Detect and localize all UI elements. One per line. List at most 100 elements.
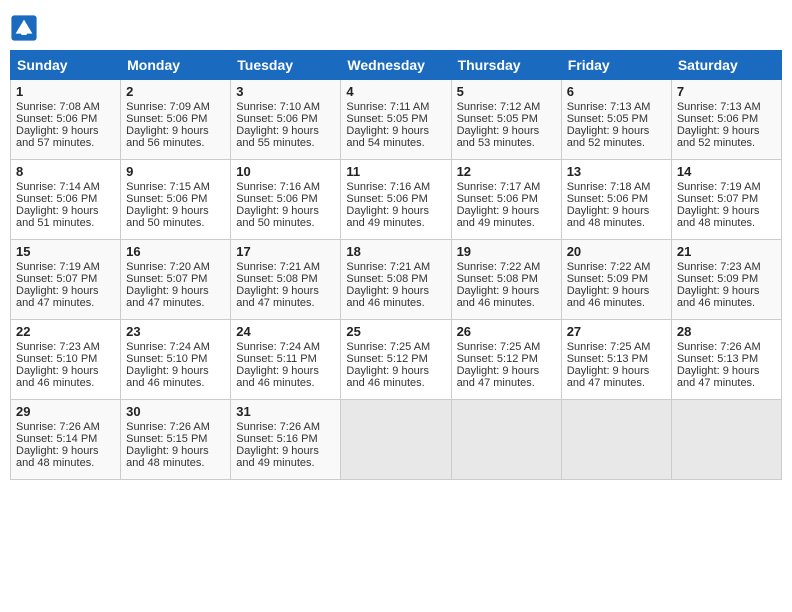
sunset-text: Sunset: 5:06 PM <box>346 193 427 205</box>
sunrise-text: Sunrise: 7:25 AM <box>457 341 541 353</box>
sunrise-text: Sunrise: 7:18 AM <box>567 181 651 193</box>
col-header-tuesday: Tuesday <box>231 51 341 80</box>
sunrise-text: Sunrise: 7:16 AM <box>346 181 430 193</box>
calendar-cell: 27 Sunrise: 7:25 AM Sunset: 5:13 PM Dayl… <box>561 320 671 400</box>
sunrise-text: Sunrise: 7:09 AM <box>126 101 210 113</box>
sunset-text: Sunset: 5:09 PM <box>677 273 758 285</box>
calendar-cell: 28 Sunrise: 7:26 AM Sunset: 5:13 PM Dayl… <box>671 320 781 400</box>
sunrise-text: Sunrise: 7:17 AM <box>457 181 541 193</box>
day-number: 28 <box>677 324 776 339</box>
day-number: 24 <box>236 324 335 339</box>
day-number: 20 <box>567 244 666 259</box>
daylight-text: Daylight: 9 hours and 53 minutes. <box>457 125 540 149</box>
sunset-text: Sunset: 5:10 PM <box>126 353 207 365</box>
day-number: 2 <box>126 84 225 99</box>
day-number: 22 <box>16 324 115 339</box>
calendar-row-3: 22 Sunrise: 7:23 AM Sunset: 5:10 PM Dayl… <box>11 320 782 400</box>
calendar-cell: 1 Sunrise: 7:08 AM Sunset: 5:06 PM Dayli… <box>11 80 121 160</box>
sunrise-text: Sunrise: 7:13 AM <box>677 101 761 113</box>
calendar-row-2: 15 Sunrise: 7:19 AM Sunset: 5:07 PM Dayl… <box>11 240 782 320</box>
daylight-text: Daylight: 9 hours and 46 minutes. <box>126 365 209 389</box>
daylight-text: Daylight: 9 hours and 46 minutes. <box>346 285 429 309</box>
sunrise-text: Sunrise: 7:10 AM <box>236 101 320 113</box>
daylight-text: Daylight: 9 hours and 48 minutes. <box>567 205 650 229</box>
day-number: 23 <box>126 324 225 339</box>
sunrise-text: Sunrise: 7:15 AM <box>126 181 210 193</box>
col-header-monday: Monday <box>121 51 231 80</box>
sunset-text: Sunset: 5:07 PM <box>16 273 97 285</box>
daylight-text: Daylight: 9 hours and 57 minutes. <box>16 125 99 149</box>
calendar-cell: 10 Sunrise: 7:16 AM Sunset: 5:06 PM Dayl… <box>231 160 341 240</box>
sunset-text: Sunset: 5:08 PM <box>236 273 317 285</box>
sunrise-text: Sunrise: 7:22 AM <box>567 261 651 273</box>
calendar-cell: 11 Sunrise: 7:16 AM Sunset: 5:06 PM Dayl… <box>341 160 451 240</box>
calendar-cell <box>451 400 561 480</box>
sunrise-text: Sunrise: 7:26 AM <box>236 421 320 433</box>
day-number: 9 <box>126 164 225 179</box>
calendar-cell: 30 Sunrise: 7:26 AM Sunset: 5:15 PM Dayl… <box>121 400 231 480</box>
daylight-text: Daylight: 9 hours and 49 minutes. <box>457 205 540 229</box>
sunset-text: Sunset: 5:07 PM <box>677 193 758 205</box>
sunrise-text: Sunrise: 7:19 AM <box>677 181 761 193</box>
sunrise-text: Sunrise: 7:25 AM <box>346 341 430 353</box>
day-number: 29 <box>16 404 115 419</box>
calendar-row-0: 1 Sunrise: 7:08 AM Sunset: 5:06 PM Dayli… <box>11 80 782 160</box>
day-number: 31 <box>236 404 335 419</box>
calendar-cell: 22 Sunrise: 7:23 AM Sunset: 5:10 PM Dayl… <box>11 320 121 400</box>
sunset-text: Sunset: 5:11 PM <box>236 353 317 365</box>
sunrise-text: Sunrise: 7:13 AM <box>567 101 651 113</box>
calendar-cell: 24 Sunrise: 7:24 AM Sunset: 5:11 PM Dayl… <box>231 320 341 400</box>
sunset-text: Sunset: 5:16 PM <box>236 433 317 445</box>
day-number: 4 <box>346 84 445 99</box>
sunrise-text: Sunrise: 7:26 AM <box>126 421 210 433</box>
sunset-text: Sunset: 5:06 PM <box>126 113 207 125</box>
calendar-cell: 3 Sunrise: 7:10 AM Sunset: 5:06 PM Dayli… <box>231 80 341 160</box>
sunset-text: Sunset: 5:14 PM <box>16 433 97 445</box>
calendar-cell <box>671 400 781 480</box>
col-header-wednesday: Wednesday <box>341 51 451 80</box>
calendar-cell: 4 Sunrise: 7:11 AM Sunset: 5:05 PM Dayli… <box>341 80 451 160</box>
day-number: 19 <box>457 244 556 259</box>
daylight-text: Daylight: 9 hours and 46 minutes. <box>567 285 650 309</box>
day-number: 18 <box>346 244 445 259</box>
sunset-text: Sunset: 5:13 PM <box>677 353 758 365</box>
daylight-text: Daylight: 9 hours and 48 minutes. <box>677 205 760 229</box>
daylight-text: Daylight: 9 hours and 47 minutes. <box>457 365 540 389</box>
sunrise-text: Sunrise: 7:24 AM <box>126 341 210 353</box>
calendar-cell: 23 Sunrise: 7:24 AM Sunset: 5:10 PM Dayl… <box>121 320 231 400</box>
calendar-cell: 6 Sunrise: 7:13 AM Sunset: 5:05 PM Dayli… <box>561 80 671 160</box>
day-number: 27 <box>567 324 666 339</box>
day-number: 3 <box>236 84 335 99</box>
sunset-text: Sunset: 5:05 PM <box>567 113 648 125</box>
sunrise-text: Sunrise: 7:26 AM <box>16 421 100 433</box>
day-number: 7 <box>677 84 776 99</box>
day-number: 12 <box>457 164 556 179</box>
sunset-text: Sunset: 5:06 PM <box>236 193 317 205</box>
calendar-cell: 25 Sunrise: 7:25 AM Sunset: 5:12 PM Dayl… <box>341 320 451 400</box>
calendar-cell: 7 Sunrise: 7:13 AM Sunset: 5:06 PM Dayli… <box>671 80 781 160</box>
sunrise-text: Sunrise: 7:14 AM <box>16 181 100 193</box>
calendar-cell <box>561 400 671 480</box>
day-number: 26 <box>457 324 556 339</box>
sunrise-text: Sunrise: 7:12 AM <box>457 101 541 113</box>
calendar-cell: 17 Sunrise: 7:21 AM Sunset: 5:08 PM Dayl… <box>231 240 341 320</box>
day-number: 30 <box>126 404 225 419</box>
calendar-cell: 8 Sunrise: 7:14 AM Sunset: 5:06 PM Dayli… <box>11 160 121 240</box>
sunrise-text: Sunrise: 7:21 AM <box>236 261 320 273</box>
sunset-text: Sunset: 5:07 PM <box>126 273 207 285</box>
daylight-text: Daylight: 9 hours and 51 minutes. <box>16 205 99 229</box>
sunset-text: Sunset: 5:05 PM <box>457 113 538 125</box>
calendar-cell <box>341 400 451 480</box>
col-header-sunday: Sunday <box>11 51 121 80</box>
calendar-cell: 31 Sunrise: 7:26 AM Sunset: 5:16 PM Dayl… <box>231 400 341 480</box>
calendar-cell: 5 Sunrise: 7:12 AM Sunset: 5:05 PM Dayli… <box>451 80 561 160</box>
day-number: 8 <box>16 164 115 179</box>
sunrise-text: Sunrise: 7:26 AM <box>677 341 761 353</box>
calendar-cell: 2 Sunrise: 7:09 AM Sunset: 5:06 PM Dayli… <box>121 80 231 160</box>
day-number: 25 <box>346 324 445 339</box>
day-number: 1 <box>16 84 115 99</box>
daylight-text: Daylight: 9 hours and 55 minutes. <box>236 125 319 149</box>
sunrise-text: Sunrise: 7:20 AM <box>126 261 210 273</box>
daylight-text: Daylight: 9 hours and 46 minutes. <box>236 365 319 389</box>
daylight-text: Daylight: 9 hours and 54 minutes. <box>346 125 429 149</box>
